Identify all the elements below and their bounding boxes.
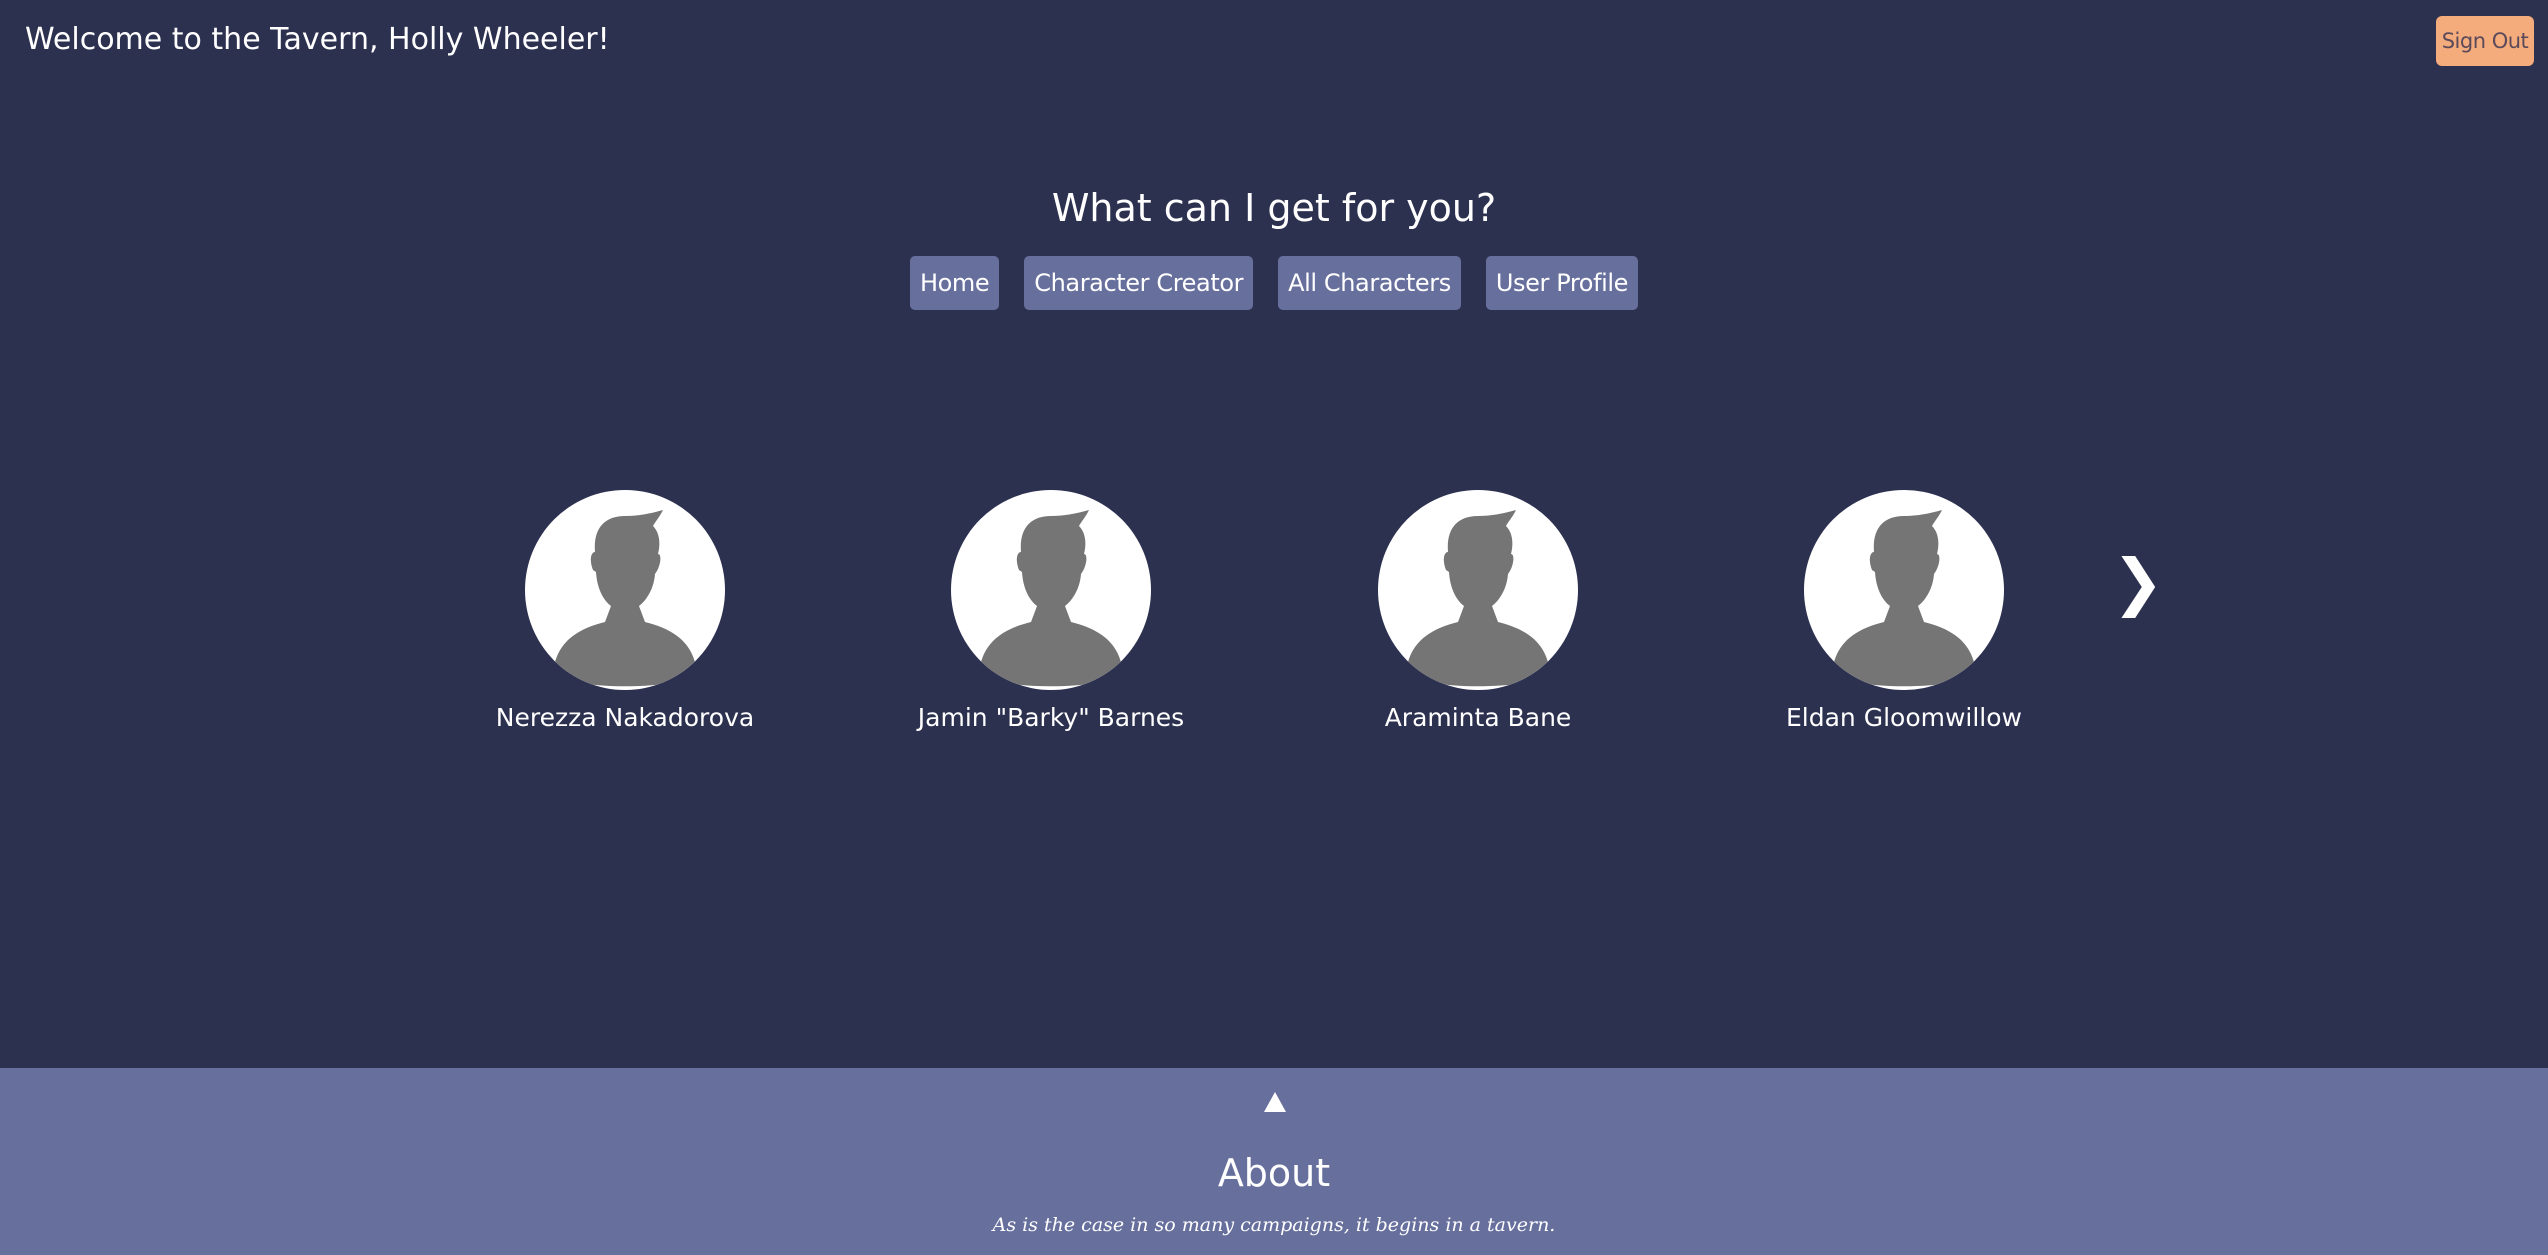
chevron-right-icon[interactable]: ❯ xyxy=(2112,550,2164,614)
character-card[interactable]: Eldan Gloomwillow xyxy=(1754,490,2054,736)
character-card[interactable]: Araminta Bane xyxy=(1328,490,1628,736)
nav-user-profile-button[interactable]: User Profile xyxy=(1485,256,1639,310)
page-heading: What can I get for you? xyxy=(1051,186,1497,230)
triangle-up-icon[interactable] xyxy=(1264,1092,1286,1112)
character-card[interactable]: Nerezza Nakadorova xyxy=(475,490,775,736)
character-name: Araminta Bane xyxy=(1384,703,1572,732)
about-title: About xyxy=(1217,1151,1331,1195)
character-name: Eldan Gloomwillow xyxy=(1785,703,2022,732)
tavern-page: Welcome to the Tavern, Holly Wheeler! Si… xyxy=(0,0,2548,1255)
avatar-placeholder-icon xyxy=(951,490,1151,690)
avatar-placeholder-icon xyxy=(1378,490,1578,690)
nav-character-creator-button[interactable]: Character Creator xyxy=(1024,256,1254,310)
nav-home-button[interactable]: Home xyxy=(909,256,1000,310)
about-text: As is the case in so many campaigns, it … xyxy=(992,1214,1556,1236)
nav-all-characters-button[interactable]: All Characters xyxy=(1278,256,1461,310)
character-name: Nerezza Nakadorova xyxy=(495,703,755,732)
sign-out-button[interactable]: Sign Out xyxy=(2436,16,2534,66)
avatar-placeholder-icon xyxy=(525,490,725,690)
avatar-placeholder-icon xyxy=(1804,490,2004,690)
character-name: Jamin "Barky" Barnes xyxy=(917,703,1185,732)
character-card[interactable]: Jamin "Barky" Barnes xyxy=(901,490,1201,736)
character-carousel: Nerezza Nakadorova Jamin "Barky" Barnes … xyxy=(0,490,2548,750)
main-nav: Home Character Creator All Characters Us… xyxy=(0,256,2548,310)
welcome-message: Welcome to the Tavern, Holly Wheeler! xyxy=(25,22,610,57)
about-footer: About As is the case in so many campaign… xyxy=(0,1068,2548,1255)
